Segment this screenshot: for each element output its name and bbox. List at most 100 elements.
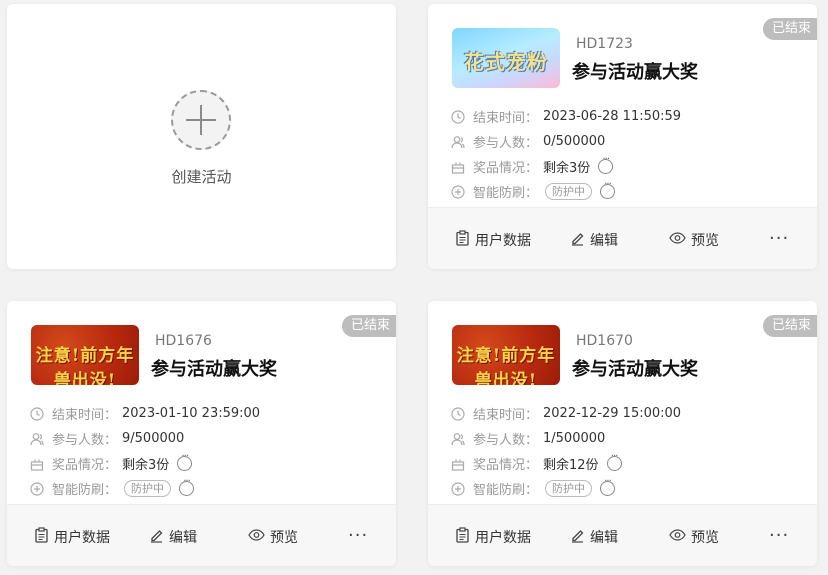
prizes-value: 剩余3份 xyxy=(543,161,591,176)
edit-button[interactable]: 编辑 xyxy=(570,230,618,250)
prizes-value: 剩余3份 xyxy=(122,458,170,473)
pencil-icon xyxy=(570,527,590,547)
participants-row: 参与人数： 9/500000 xyxy=(30,426,260,451)
activity-code: HD1723 xyxy=(576,36,633,52)
create-activity-label: 创建活动 xyxy=(171,168,232,186)
prizes-label: 奖品情况： xyxy=(473,161,539,176)
users-icon xyxy=(30,432,44,446)
anti-fraud-row: 智能防刷： 防护中 xyxy=(451,476,681,501)
eye-icon xyxy=(669,231,691,249)
create-activity-card[interactable]: 创建活动 xyxy=(7,4,396,269)
activity-thumbnail[interactable]: 注意!前方年兽出没! xyxy=(31,325,139,385)
edit-button[interactable]: 编辑 xyxy=(570,527,618,547)
eye-icon xyxy=(669,528,691,546)
anti-fraud-label: 智能防刷： xyxy=(473,186,539,201)
participants-label: 参与人数： xyxy=(473,433,539,448)
anti-fraud-label: 智能防刷： xyxy=(52,483,118,498)
edit-button[interactable]: 编辑 xyxy=(149,527,197,547)
anti-fraud-label: 智能防刷： xyxy=(473,483,539,498)
activity-code: HD1676 xyxy=(155,333,212,349)
prizes-row: 奖品情况： 剩余3份 xyxy=(451,154,681,179)
more-button[interactable]: ··· xyxy=(348,525,368,546)
more-button[interactable]: ··· xyxy=(769,525,789,546)
gift-icon xyxy=(451,160,465,174)
participants-row: 参与人数： 1/500000 xyxy=(451,426,681,451)
end-time-value: 2022-12-29 15:00:00 xyxy=(543,406,682,421)
user-data-button[interactable]: 用户数据 xyxy=(34,527,110,547)
eye-icon xyxy=(248,528,270,546)
participants-label: 参与人数： xyxy=(52,433,118,448)
edit-label: 编辑 xyxy=(169,530,197,546)
activity-thumbnail[interactable]: 注意!前方年兽出没! xyxy=(452,325,560,385)
participants-label: 参与人数： xyxy=(473,136,539,151)
end-time-label: 结束时间： xyxy=(473,408,539,423)
gift-icon xyxy=(451,457,465,471)
prizes-row: 奖品情况： 剩余3份 xyxy=(30,451,260,476)
end-time-value: 2023-01-10 23:59:00 xyxy=(122,406,261,421)
participants-value: 9/500000 xyxy=(122,431,185,446)
preview-label: 预览 xyxy=(691,530,719,546)
clipboard-icon xyxy=(455,527,475,547)
edit-label: 编辑 xyxy=(590,530,618,546)
gift-icon xyxy=(30,457,44,471)
activity-code: HD1670 xyxy=(576,333,633,349)
end-time-label: 结束时间： xyxy=(52,408,118,423)
user-data-label: 用户数据 xyxy=(475,530,531,546)
pencil-icon xyxy=(570,230,590,250)
card-actions: 用户数据 编辑 预览 ··· xyxy=(428,504,817,566)
plus-icon[interactable] xyxy=(171,90,231,150)
anti-fraud-more-icon[interactable] xyxy=(600,476,615,496)
prizes-value: 剩余12份 xyxy=(543,458,599,473)
card-actions: 用户数据 编辑 预览 ··· xyxy=(428,207,817,269)
clock-icon xyxy=(451,109,465,124)
prizes-more-icon[interactable] xyxy=(177,451,193,471)
anti-fraud-more-icon[interactable] xyxy=(600,179,615,199)
end-time-row: 结束时间： 2023-06-28 11:50:59 xyxy=(451,104,681,129)
clock-icon xyxy=(451,406,465,421)
thumbnail-text: 注意!前方年兽出没! xyxy=(456,346,556,385)
ended-badge: 已结束 xyxy=(341,315,396,337)
prizes-more-icon[interactable] xyxy=(598,154,614,174)
more-button[interactable]: ··· xyxy=(769,228,789,249)
thumbnail-text: 花式宠粉 xyxy=(464,50,548,74)
user-data-button[interactable]: 用户数据 xyxy=(455,230,531,250)
anti-fraud-icon xyxy=(30,481,44,496)
anti-fraud-icon xyxy=(451,184,465,199)
protecting-tag: 防护中 xyxy=(545,480,592,497)
activity-card: 已结束 花式宠粉 HD1723 参与活动赢大奖 结束时间： 2023-06-28… xyxy=(428,4,817,269)
user-data-label: 用户数据 xyxy=(475,233,531,249)
activity-card: 已结束 注意!前方年兽出没! HD1676 参与活动赢大奖 结束时间： 2023… xyxy=(7,301,396,566)
end-time-row: 结束时间： 2023-01-10 23:59:00 xyxy=(30,401,260,426)
users-icon xyxy=(451,432,465,446)
preview-button[interactable]: 预览 xyxy=(669,527,719,547)
prizes-more-icon[interactable] xyxy=(606,451,622,471)
activity-title: 参与活动赢大奖 xyxy=(151,359,277,380)
preview-button[interactable]: 预览 xyxy=(669,230,719,250)
users-icon xyxy=(451,135,465,149)
protecting-tag: 防护中 xyxy=(124,480,171,497)
user-data-label: 用户数据 xyxy=(54,530,110,546)
anti-fraud-more-icon[interactable] xyxy=(179,476,194,496)
anti-fraud-row: 智能防刷： 防护中 xyxy=(30,476,260,501)
anti-fraud-row: 智能防刷： 防护中 xyxy=(451,179,681,204)
activity-thumbnail[interactable]: 花式宠粉 xyxy=(452,28,560,88)
protecting-tag: 防护中 xyxy=(545,183,592,200)
prizes-label: 奖品情况： xyxy=(473,458,539,473)
ended-badge: 已结束 xyxy=(762,315,817,337)
user-data-button[interactable]: 用户数据 xyxy=(455,527,531,547)
clipboard-icon xyxy=(34,527,54,547)
card-actions: 用户数据 编辑 预览 ··· xyxy=(7,504,396,566)
end-time-label: 结束时间： xyxy=(473,111,539,126)
preview-button[interactable]: 预览 xyxy=(248,527,298,547)
activity-title: 参与活动赢大奖 xyxy=(572,62,698,83)
ended-badge: 已结束 xyxy=(762,18,817,40)
activity-title: 参与活动赢大奖 xyxy=(572,359,698,380)
preview-label: 预览 xyxy=(270,530,298,546)
pencil-icon xyxy=(149,527,169,547)
preview-label: 预览 xyxy=(691,233,719,249)
activity-card: 已结束 注意!前方年兽出没! HD1670 参与活动赢大奖 结束时间： 2022… xyxy=(428,301,817,566)
end-time-value: 2023-06-28 11:50:59 xyxy=(543,109,682,124)
participants-row: 参与人数： 0/500000 xyxy=(451,129,681,154)
clock-icon xyxy=(30,406,44,421)
prizes-row: 奖品情况： 剩余12份 xyxy=(451,451,681,476)
